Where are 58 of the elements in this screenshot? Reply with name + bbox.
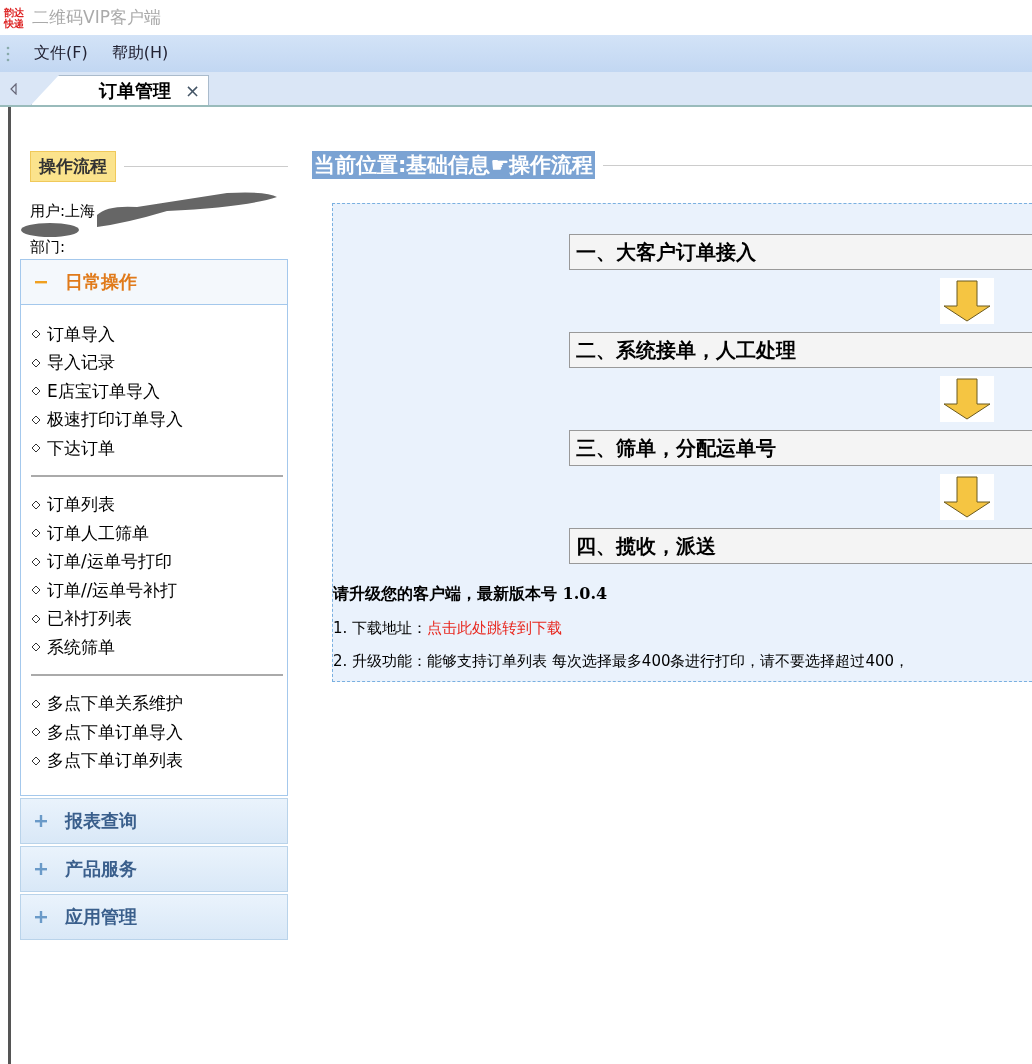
redaction-mark bbox=[20, 222, 80, 238]
nav-link[interactable]: 订单列表 bbox=[47, 493, 115, 517]
diamond-icon bbox=[31, 727, 41, 738]
down-arrow-icon bbox=[940, 278, 994, 324]
down-arrow-icon bbox=[940, 376, 994, 422]
notice-text: 2. 升级功能：能够支持订单列表 每次选择最多400条进行打印，请不要选择超过400， bbox=[333, 652, 910, 670]
notice-heading: 请升级您的客户端，最新版本号 1.0.4 bbox=[333, 584, 609, 605]
breadcrumb: 当前位置:基础信息☛操作流程 bbox=[312, 151, 596, 179]
diamond-icon bbox=[31, 585, 41, 596]
nav-link[interactable]: 订单/运单号打印 bbox=[47, 550, 172, 574]
diamond-icon bbox=[31, 499, 41, 510]
flow-step: 四、揽收，派送 bbox=[569, 528, 1032, 564]
nav-link[interactable]: 多点下单订单导入 bbox=[47, 720, 183, 744]
user-label: 用户:上海 bbox=[30, 201, 96, 221]
tab[interactable]: 订单管理 × bbox=[31, 75, 209, 105]
scroll-left-icon[interactable] bbox=[10, 83, 17, 95]
notice-text: 1. 下载地址： bbox=[333, 619, 428, 637]
accordion-header[interactable]: 应用管理 bbox=[20, 894, 288, 940]
nav-link[interactable]: 已补打列表 bbox=[47, 607, 132, 631]
nav-link[interactable]: E店宝订单导入 bbox=[47, 379, 160, 403]
accordion-header[interactable]: 产品服务 bbox=[20, 846, 288, 892]
department-label: 部门: bbox=[29, 238, 67, 257]
flow-step: 二、系统接单，人工处理 bbox=[569, 332, 1032, 368]
logo-icon: 韵达 快递 bbox=[4, 6, 24, 29]
diamond-icon bbox=[31, 414, 41, 425]
diamond-icon bbox=[31, 386, 41, 397]
diamond-icon bbox=[31, 755, 41, 766]
nav-link[interactable]: 下达订单 bbox=[47, 436, 115, 460]
grip-icon bbox=[6, 45, 10, 62]
diamond-icon bbox=[31, 698, 41, 709]
diamond-icon bbox=[31, 556, 41, 567]
nav-link[interactable]: 极速打印订单导入 bbox=[47, 408, 183, 432]
plus-icon bbox=[35, 911, 47, 923]
diamond-icon bbox=[31, 528, 41, 539]
diamond-icon bbox=[31, 329, 41, 340]
diamond-icon bbox=[31, 613, 41, 624]
nav-link[interactable]: 订单//运单号补打 bbox=[47, 578, 178, 602]
nav-link[interactable]: 多点下单关系维护 bbox=[47, 692, 183, 716]
flow-step: 一、大客户订单接入 bbox=[569, 234, 1032, 270]
plus-icon bbox=[35, 863, 47, 875]
flow-step: 三、筛单，分配运单号 bbox=[569, 430, 1032, 466]
diamond-icon bbox=[31, 642, 41, 653]
nav-link[interactable]: 订单导入 bbox=[47, 322, 115, 346]
diamond-icon bbox=[31, 443, 41, 454]
close-icon[interactable]: × bbox=[184, 80, 200, 101]
accordion-header[interactable]: 报表查询 bbox=[20, 798, 288, 844]
nav-link[interactable]: 系统筛单 bbox=[47, 635, 115, 659]
nav-link[interactable]: 导入记录 bbox=[47, 351, 115, 375]
download-link[interactable]: 点击此处跳转到下载 bbox=[427, 619, 563, 637]
plus-icon bbox=[35, 815, 47, 827]
menu-item[interactable]: 文件(F) bbox=[34, 43, 88, 64]
down-arrow-icon bbox=[940, 474, 994, 520]
menu-item[interactable]: 帮助(H) bbox=[111, 43, 169, 64]
window-title: 二维码VIP客户端 bbox=[32, 6, 161, 29]
diamond-icon bbox=[31, 357, 41, 368]
nav-link[interactable]: 订单人工筛单 bbox=[47, 521, 149, 545]
nav-link[interactable]: 多点下单订单列表 bbox=[47, 749, 183, 773]
section-heading: 操作流程 bbox=[30, 151, 116, 182]
